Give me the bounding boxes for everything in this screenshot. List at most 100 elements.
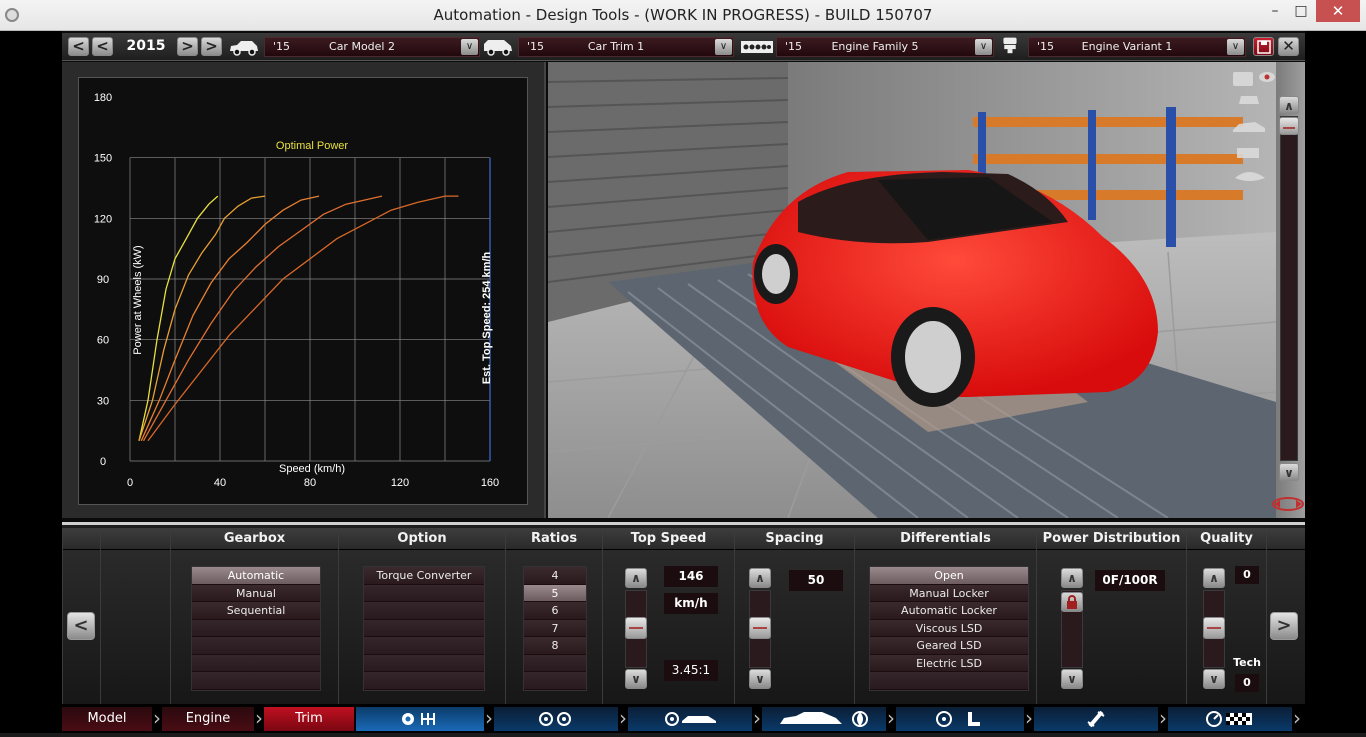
car-rear-view-icon[interactable] [1237, 148, 1259, 158]
tab-testing[interactable] [1168, 707, 1292, 731]
lock-button[interactable] [1061, 592, 1083, 612]
gearbox-icon [402, 713, 435, 725]
minimize-button[interactable]: – [1262, 0, 1288, 22]
gearbox-list: Automatic Manual Sequential [191, 566, 321, 691]
tab-interior[interactable] [896, 707, 1024, 731]
car-front-view-icon[interactable] [1239, 96, 1259, 104]
list-item [364, 584, 484, 602]
gearbox-option-manual[interactable]: Manual [192, 584, 320, 602]
tab-tuning[interactable] [1034, 707, 1158, 731]
differential-geared-lsd[interactable]: Geared LSD [870, 637, 1028, 655]
maximize-button[interactable]: □ [1288, 0, 1314, 22]
camera-icon[interactable] [1233, 72, 1253, 86]
ratio-option-8[interactable]: 8 [524, 637, 586, 655]
save-icon [1256, 40, 1271, 54]
rotate-view-icon[interactable] [1270, 494, 1306, 514]
option-torque-converter[interactable]: Torque Converter [364, 567, 484, 585]
tab-brakes[interactable] [628, 707, 752, 731]
tech-label: Tech [1233, 656, 1261, 669]
window-title: Automation - Design Tools - (WORK IN PRO… [433, 6, 933, 24]
zoom-track[interactable] [1280, 116, 1298, 461]
van-icon [484, 40, 512, 56]
car-top-view-icon[interactable] [1235, 172, 1265, 181]
ratio-option-6[interactable]: 6 [524, 602, 586, 620]
year-next-fast-button[interactable]: > [201, 37, 222, 56]
power-distribution-down-button[interactable]: ∨ [1061, 669, 1083, 689]
y-tick-label: 180 [94, 92, 112, 104]
spacing-up-button[interactable]: ∧ [749, 568, 771, 588]
quality-slider-thumb[interactable] [1203, 617, 1225, 639]
option-header: Option [339, 528, 505, 550]
differential-viscous-lsd[interactable]: Viscous LSD [870, 619, 1028, 637]
car-trim-name: Car Trim 1 [587, 40, 645, 53]
year-prev-button[interactable]: < [92, 37, 113, 56]
list-item [524, 654, 586, 672]
y-tick-label: 120 [94, 213, 112, 225]
differential-open[interactable]: Open [870, 567, 1028, 585]
steering-seat-icon [936, 711, 980, 727]
quality-up-button[interactable]: ∧ [1203, 568, 1225, 588]
power-distribution-up-button[interactable]: ∧ [1061, 568, 1083, 588]
finish-flag-icon [1206, 711, 1252, 727]
option-list: Torque Converter [363, 566, 485, 691]
zoom-down-button[interactable]: ∨ [1279, 463, 1299, 481]
differentials-column: Differentials Open Manual Locker Automat… [854, 528, 1036, 705]
zoom-up-button[interactable]: ∧ [1279, 96, 1299, 114]
top-speed-slider-thumb[interactable] [625, 617, 647, 639]
piston-icon [1003, 37, 1017, 54]
tab-gearbox[interactable] [356, 707, 484, 731]
car-3d-view[interactable] [548, 62, 1276, 518]
top-speed-down-button[interactable]: ∨ [625, 669, 647, 689]
spacer-column [100, 528, 170, 705]
ratio-option-4[interactable]: 4 [524, 567, 586, 585]
chevron-down-icon[interactable]: ∨ [461, 39, 478, 55]
close-window-button[interactable]: ✕ [1316, 0, 1360, 22]
chevron-down-icon[interactable]: ∨ [1227, 39, 1244, 55]
engine-family-name: Engine Family 5 [831, 40, 919, 53]
car-model-select[interactable]: '15 Car Model 2 ∨ [264, 37, 480, 57]
ratio-option-5[interactable]: 5 [524, 584, 586, 602]
spacing-column: Spacing ∧ ∨ 50 [734, 528, 854, 705]
chart-title: Optimal Power [276, 140, 348, 152]
differential-manual-locker[interactable]: Manual Locker [870, 584, 1028, 602]
tab-suspension[interactable] [494, 707, 618, 731]
tab-model[interactable]: Model [62, 707, 152, 731]
option-column: Option Torque Converter [338, 528, 505, 705]
prev-section-button[interactable]: < [67, 612, 95, 640]
chart-series [138, 195, 459, 442]
close-design-button[interactable]: ✕ [1278, 37, 1299, 56]
engine-block-icon [741, 41, 773, 53]
chart-y-label: Power at Wheels (kW) [132, 245, 144, 354]
year-next-button[interactable]: > [177, 37, 198, 56]
spacing-slider-thumb[interactable] [749, 617, 771, 639]
power-graph-panel: 0 30 60 90 120 150 180 0 40 80 120 160 Optimal Powe… [62, 62, 546, 518]
save-button[interactable] [1253, 37, 1274, 56]
differential-automatic-locker[interactable]: Automatic Locker [870, 602, 1028, 620]
ratio-option-7[interactable]: 7 [524, 619, 586, 637]
chevron-down-icon[interactable]: ∨ [975, 39, 992, 55]
quality-down-button[interactable]: ∨ [1203, 669, 1225, 689]
spacing-down-button[interactable]: ∨ [749, 669, 771, 689]
gearbox-option-sequential[interactable]: Sequential [192, 602, 320, 620]
power-distribution-value: 0F/100R [1095, 570, 1165, 591]
top-speed-up-button[interactable]: ∧ [625, 568, 647, 588]
tab-aero[interactable] [762, 707, 886, 731]
car-side-view-icon[interactable] [1233, 122, 1265, 132]
zoom-slider-thumb[interactable] [1279, 117, 1299, 135]
next-section-button[interactable]: > [1270, 612, 1298, 640]
x-tick-label: 40 [214, 477, 226, 489]
list-item [192, 619, 320, 637]
lock-icon [1067, 595, 1077, 609]
differential-electric-lsd[interactable]: Electric LSD [870, 654, 1028, 672]
chart-grid [129, 157, 491, 462]
engine-variant-select[interactable]: '15 Engine Variant 1 ∨ [1028, 37, 1246, 57]
engine-family-select[interactable]: '15 Engine Family 5 ∨ [776, 37, 994, 57]
chevron-down-icon[interactable]: ∨ [715, 39, 732, 55]
tab-trim[interactable]: Trim [264, 707, 354, 731]
car-trim-select[interactable]: '15 Car Trim 1 ∨ [518, 37, 734, 57]
tab-engine[interactable]: Engine [162, 707, 254, 731]
x-tick-label: 0 [127, 477, 133, 489]
wheels-icon [539, 712, 571, 726]
gearbox-option-automatic[interactable]: Automatic [192, 567, 320, 585]
year-prev-fast-button[interactable]: < [68, 37, 89, 56]
